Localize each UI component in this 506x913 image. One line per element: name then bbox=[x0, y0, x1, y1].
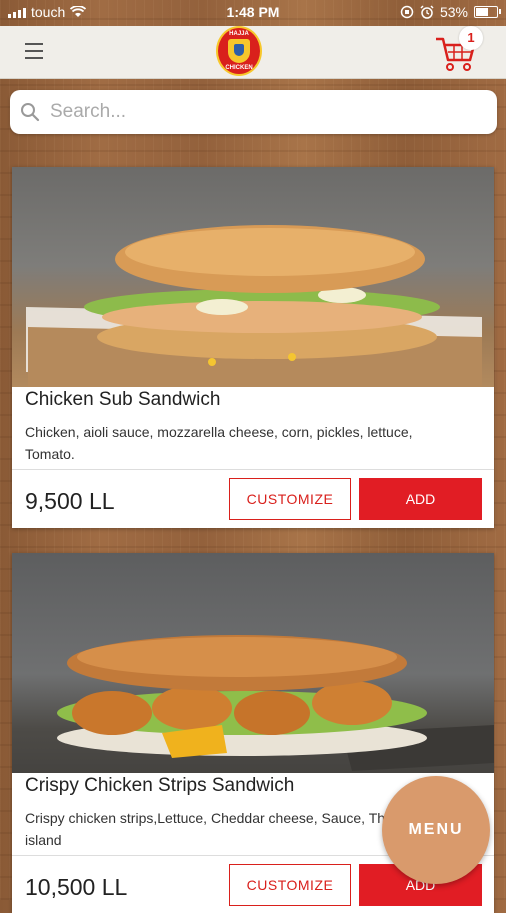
product-name: Chicken Sub Sandwich bbox=[25, 389, 221, 410]
battery-icon bbox=[474, 6, 501, 18]
logo-text-top: HAJJA bbox=[229, 31, 249, 37]
add-button[interactable]: ADD bbox=[359, 478, 482, 520]
crispy-sandwich-illustration bbox=[57, 635, 494, 771]
alarm-icon bbox=[420, 5, 434, 19]
hamburger-icon[interactable] bbox=[25, 43, 43, 59]
menu-fab-button[interactable]: MENU bbox=[382, 776, 490, 884]
status-bar: touch 1:48 PM 53% bbox=[0, 0, 506, 26]
logo-shield-icon bbox=[228, 39, 250, 63]
product-price: 10,500 LL bbox=[25, 874, 128, 900]
app-header: HAJJA CHICKEN bbox=[0, 26, 506, 79]
product-price: 9,500 LL bbox=[25, 488, 115, 514]
product-image bbox=[12, 553, 494, 773]
search-bar[interactable] bbox=[10, 90, 497, 134]
product-image bbox=[12, 167, 494, 387]
sub-sandwich-illustration bbox=[26, 225, 482, 387]
product-name: Crispy Chicken Strips Sandwich bbox=[25, 775, 295, 796]
search-input[interactable] bbox=[48, 100, 472, 124]
battery-percent: 53% bbox=[439, 4, 468, 20]
battery-level bbox=[476, 8, 488, 16]
customize-button[interactable]: CUSTOMIZE bbox=[229, 478, 351, 520]
search-icon bbox=[21, 103, 40, 122]
product-description: Chicken, aioli sauce, mozzarella cheese,… bbox=[25, 424, 413, 462]
brand-logo[interactable]: HAJJA CHICKEN bbox=[216, 26, 262, 76]
card-divider bbox=[12, 469, 494, 470]
logo-text-bottom: CHICKEN bbox=[225, 65, 253, 71]
orientation-lock-icon bbox=[400, 5, 414, 19]
status-right: 53% bbox=[400, 4, 501, 20]
product-card[interactable]: Chicken Sub Sandwich Chicken, aioli sauc… bbox=[12, 167, 494, 528]
cart-count-badge: 1 bbox=[459, 26, 483, 50]
